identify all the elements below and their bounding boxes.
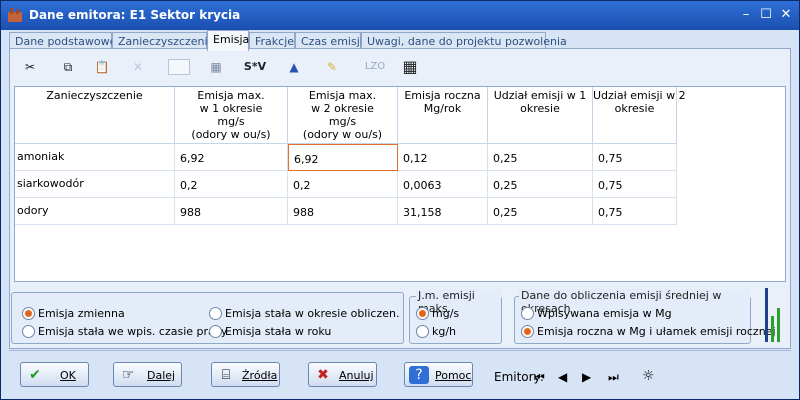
col-header-udzial-2: Udział emisji w 2 okresie — [593, 87, 686, 144]
radio-dot — [209, 325, 222, 338]
unit-group: J.m. emisji maks. mg/s kg/h — [409, 289, 502, 344]
radio-dot — [416, 307, 429, 320]
cell-zanieczyszczenie[interactable]: siarkowodór — [15, 171, 175, 198]
dialog-window: Dane emitora: E1 Sektor krycia – ☐ ✕ Dan… — [0, 0, 800, 400]
radio-dot — [521, 325, 534, 338]
radio-dot — [416, 325, 429, 338]
ok-button[interactable]: ✔ OK — [20, 362, 89, 387]
pomoc-button[interactable]: ? Pomoc — [404, 362, 473, 387]
cell-zanieczyszczenie[interactable]: odory — [15, 198, 175, 225]
maximize-button[interactable]: ☐ — [758, 7, 774, 23]
cell-udzial-1[interactable]: 0,25 — [488, 144, 593, 171]
tab-emisja[interactable]: Emisja — [207, 30, 249, 51]
radio-dot — [521, 307, 534, 320]
new-record-icon[interactable]: ☼ — [642, 368, 655, 384]
col-header-udzial-1: Udział emisji w 1 okresie — [488, 87, 593, 144]
cell-emisja-1[interactable]: 988 — [175, 198, 288, 225]
copy-icon[interactable]: ⧉ — [56, 55, 80, 79]
pointing-hand-icon: ☞ — [121, 367, 135, 383]
cell-emisja-roczna[interactable]: 0,12 — [398, 144, 488, 171]
app-icon — [7, 7, 23, 23]
help-icon: ? — [409, 366, 429, 384]
cell-udzial-1[interactable]: 0,25 — [488, 198, 593, 225]
emission-table: Zanieczyszczenie Emisja max. w 1 okresie… — [14, 86, 786, 282]
cell-emisja-2[interactable]: 988 — [288, 198, 398, 225]
prev-record-icon[interactable]: ◀ — [558, 370, 567, 384]
calculator-icon[interactable]: ▦ — [204, 55, 228, 79]
cell-udzial-2[interactable]: 0,75 — [593, 198, 677, 225]
radio-dot — [22, 307, 35, 320]
clear-icon[interactable]: ✕ — [126, 55, 150, 79]
cell-zanieczyszczenie[interactable]: amoniak — [15, 144, 175, 171]
cell-udzial-2[interactable]: 0,75 — [593, 171, 677, 198]
cell-emisja-2[interactable]: 6,92 — [288, 144, 398, 171]
cell-udzial-2[interactable]: 0,75 — [593, 144, 677, 171]
next-record-icon[interactable]: ▶ — [582, 370, 591, 384]
cut-icon[interactable]: ✂ — [18, 55, 42, 79]
cell-emisja-roczna[interactable]: 31,158 — [398, 198, 488, 225]
table-icon[interactable]: ▦ — [398, 55, 422, 79]
checkmark-icon: ✔ — [29, 367, 41, 383]
col-header-emisja-1: Emisja max. w 1 okresie mg/s (odory w ou… — [175, 87, 288, 144]
anuluj-button[interactable]: ✖ Anuluj — [308, 362, 377, 387]
tag-icon[interactable]: ✎ — [320, 55, 344, 79]
bar-chart-icon[interactable] — [762, 288, 782, 342]
cell-emisja-1[interactable]: 0,2 — [175, 171, 288, 198]
col-header-zanieczyszczenie: Zanieczyszczenie — [15, 87, 175, 144]
col-header-emisja-roczna: Emisja roczna Mg/rok — [398, 87, 488, 144]
dialog-body: Dane podstawowe Zanieczyszczenia Emisja … — [6, 30, 795, 396]
radio-dot — [209, 307, 222, 320]
lzo-button[interactable]: LZO — [362, 55, 388, 79]
triangle-icon[interactable]: ▲ — [282, 55, 306, 79]
last-record-icon[interactable]: ⏭ — [608, 370, 619, 385]
minimize-button[interactable]: – — [738, 7, 754, 23]
zrodla-button[interactable]: ⌸ Źródła — [211, 362, 280, 387]
close-button[interactable]: ✕ — [778, 7, 794, 23]
dalej-button[interactable]: ☞ Dalej — [113, 362, 182, 387]
cell-emisja-1[interactable]: 6,92 — [175, 144, 288, 171]
emission-type-group: Emisja zmienna Emisja stała we wpis. cza… — [11, 292, 404, 344]
first-record-icon[interactable]: ⏮ — [534, 370, 545, 385]
window-title: Dane emitora: E1 Sektor krycia — [29, 8, 241, 22]
cell-udzial-1[interactable]: 0,25 — [488, 171, 593, 198]
chimneys-icon: ⌸ — [221, 367, 231, 383]
sv-button[interactable]: S*V — [238, 55, 272, 79]
cell-emisja-roczna[interactable]: 0,0063 — [398, 171, 488, 198]
col-header-emisja-2: Emisja max. w 2 okresie mg/s (odory w ou… — [288, 87, 398, 144]
separator — [9, 350, 791, 351]
title-bar: Dane emitora: E1 Sektor krycia – ☐ ✕ — [1, 1, 799, 30]
avg-group: Dane do obliczenia emisji średniej w okr… — [514, 289, 776, 344]
paste-icon[interactable]: 📋 — [90, 55, 114, 79]
cancel-x-icon: ✖ — [317, 367, 329, 383]
blank-icon[interactable] — [168, 59, 190, 75]
cell-emisja-2[interactable]: 0,2 — [288, 171, 398, 198]
radio-dot — [22, 325, 35, 338]
